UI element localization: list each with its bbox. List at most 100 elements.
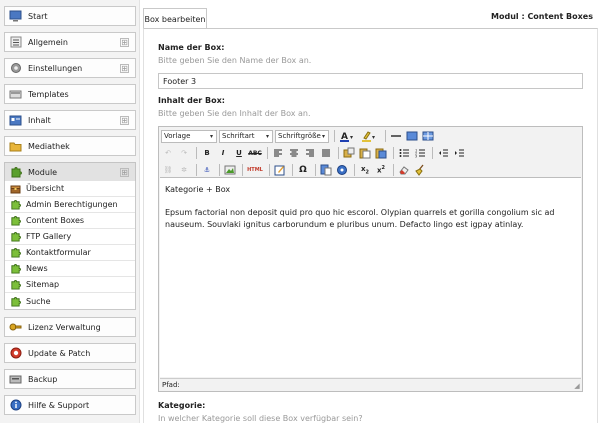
toolbar-separator <box>432 147 433 159</box>
submenu-uebersicht[interactable]: Übersicht <box>5 181 135 197</box>
numbered-list-button[interactable]: 123 <box>413 146 427 160</box>
submenu-ftp-gallery-label: FTP Gallery <box>26 232 72 241</box>
tab-box-bearbeiten[interactable]: Box bearbeiten <box>143 8 207 29</box>
nav-einstellungen-label: Einstellungen <box>28 63 83 73</box>
html-icon: HTML <box>247 167 263 173</box>
submenu-ftp-gallery[interactable]: FTP Gallery <box>5 229 135 245</box>
nav-backup[interactable]: Backup <box>4 369 136 389</box>
size-select[interactable]: Schriftgröße ▾ <box>275 129 329 143</box>
category-hint: In welcher Kategorie soll diese Box verf… <box>158 414 363 423</box>
toolbar-separator <box>219 164 220 176</box>
expand-icon[interactable]: ⊞ <box>120 168 129 177</box>
nav-start[interactable]: Start <box>4 6 136 26</box>
submenu-suche-label: Suche <box>26 296 51 306</box>
nav-templates[interactable]: Templates <box>4 84 136 104</box>
paste-button[interactable] <box>358 146 372 160</box>
paste-word-button[interactable] <box>374 146 388 160</box>
format-select[interactable]: Vorlage ▾ <box>161 129 217 143</box>
undo-button[interactable]: ↶ <box>161 146 175 160</box>
nav-einstellungen[interactable]: Einstellungen ⊞ <box>4 58 136 78</box>
nav-mediathek[interactable]: Mediathek <box>4 136 136 156</box>
submenu-suche[interactable]: Suche <box>5 293 135 309</box>
puzzle-icon <box>9 166 22 179</box>
superscript-button[interactable]: x2 <box>374 163 388 177</box>
special-char-button[interactable]: Ω <box>296 163 310 177</box>
font-select[interactable]: Schriftart ▾ <box>219 129 273 143</box>
indent-icon <box>454 149 464 157</box>
table-button[interactable] <box>421 129 435 143</box>
align-center-icon <box>290 149 298 157</box>
submenu-sitemap-label: Sitemap <box>26 280 60 289</box>
redo-button[interactable]: ↷ <box>177 146 191 160</box>
nav-inhalt[interactable]: Inhalt ⊞ <box>4 110 136 130</box>
resize-grip-icon[interactable]: ◢ <box>573 382 581 390</box>
submenu-kontaktformular[interactable]: Kontaktformular <box>5 245 135 261</box>
box-name-input[interactable] <box>158 73 583 89</box>
align-justify-button[interactable] <box>319 146 333 160</box>
bold-button[interactable]: B <box>200 146 214 160</box>
cleanup-button[interactable] <box>413 163 427 177</box>
content-label: Inhalt der Box: <box>158 96 225 105</box>
underline-button[interactable]: U <box>232 146 246 160</box>
nav-allgemein[interactable]: Allgemein ⊞ <box>4 32 136 52</box>
expand-icon[interactable]: ⊞ <box>120 38 129 47</box>
submenu-admin-label: Admin Berechtigungen <box>26 200 118 209</box>
chevron-down-icon: ▾ <box>265 132 269 140</box>
link-button[interactable]: ⛓ <box>161 163 175 177</box>
align-right-icon <box>306 149 314 157</box>
name-label: Name der Box: <box>158 43 225 52</box>
remove-format-button[interactable] <box>397 163 411 177</box>
cut-icon <box>343 147 355 158</box>
nav-module[interactable]: Module ⊞ <box>4 162 136 182</box>
italic-button[interactable]: I <box>216 146 230 160</box>
edit-panel: Name der Box: Bitte geben Sie den Name d… <box>143 28 598 423</box>
toolbar-separator <box>196 147 197 159</box>
indent-button[interactable] <box>452 146 466 160</box>
nav-inhalt-label: Inhalt <box>28 115 51 125</box>
toolbar-separator <box>315 164 316 176</box>
submenu-content-boxes[interactable]: Content Boxes <box>5 213 135 229</box>
bullet-list-button[interactable] <box>397 146 411 160</box>
help-icon <box>9 399 22 412</box>
content-icon <box>9 114 22 127</box>
nav-update-patch[interactable]: Update & Patch <box>4 343 136 363</box>
align-left-button[interactable] <box>271 146 285 160</box>
subscript-button[interactable]: x2 <box>358 163 372 177</box>
expand-icon[interactable]: ⊞ <box>120 116 129 125</box>
text-color-button[interactable]: A ▾ <box>338 129 358 143</box>
nav-hilfe-support[interactable]: Hilfe & Support <box>4 395 136 415</box>
unlink-icon: ✲ <box>181 166 187 174</box>
toolbar-row-3: ⛓ ✲ ⚓ HTML Ω x2 x2 <box>161 162 429 178</box>
cut-button[interactable] <box>342 146 356 160</box>
text-color-icon: A ▾ <box>340 132 353 142</box>
expand-icon[interactable]: ⊞ <box>120 64 129 73</box>
insert-image-button[interactable] <box>223 163 237 177</box>
highlight-color-button[interactable]: ▾ <box>360 129 380 143</box>
align-right-button[interactable] <box>303 146 317 160</box>
media-button[interactable] <box>335 163 349 177</box>
editor-content-area[interactable]: Kategorie + Box Epsum factorial non depo… <box>160 177 581 377</box>
submenu-news[interactable]: News <box>5 261 135 277</box>
anchor-button[interactable]: ⚓ <box>200 163 214 177</box>
horizontal-rule-button[interactable] <box>389 129 403 143</box>
edit-button[interactable] <box>273 163 287 177</box>
strikethrough-button[interactable]: ABC <box>248 146 262 160</box>
editor-statusbar: Pfad: <box>160 378 581 390</box>
submenu-sitemap[interactable]: Sitemap <box>5 277 135 293</box>
toolbar-row-2: ↶ ↷ B I U ABC 1 2 3 <box>161 145 468 161</box>
category-label: Kategorie: <box>158 401 206 410</box>
nav-lizenz-verwaltung[interactable]: Lizenz Verwaltung <box>4 317 136 337</box>
sidebar: Start Allgemein ⊞ Einstellungen ⊞ Templa… <box>0 0 140 423</box>
paste-text-button[interactable] <box>319 163 333 177</box>
outdent-button[interactable] <box>436 146 450 160</box>
align-center-button[interactable] <box>287 146 301 160</box>
toolbar-separator <box>393 164 394 176</box>
eraser-icon <box>399 166 409 175</box>
image-button[interactable] <box>405 129 419 143</box>
rich-text-editor: Vorlage ▾ Schriftart ▾ Schriftgröße ▾ A ▾… <box>158 126 583 392</box>
submenu-admin-berechtigungen[interactable]: Admin Berechtigungen <box>5 197 135 213</box>
monitor-icon <box>9 10 22 23</box>
undo-icon: ↶ <box>165 149 171 157</box>
unlink-button[interactable]: ✲ <box>177 163 191 177</box>
html-source-button[interactable]: HTML <box>246 163 264 177</box>
